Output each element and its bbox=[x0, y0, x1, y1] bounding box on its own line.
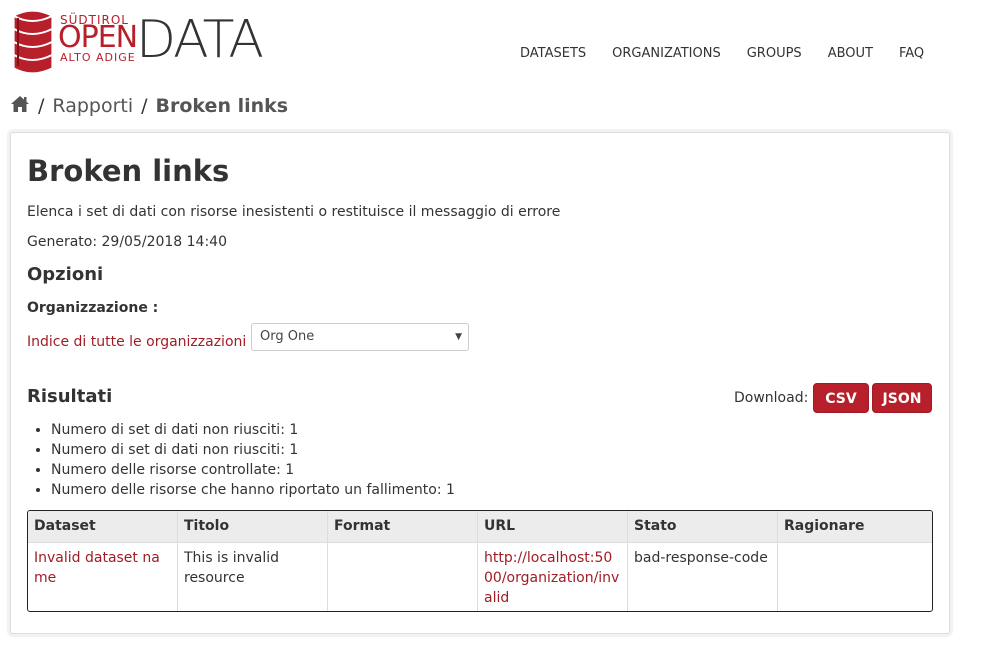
organization-label: Organizzazione : bbox=[27, 300, 159, 316]
nav-organizations[interactable]: ORGANIZATIONS bbox=[612, 46, 721, 61]
download-label: Download: bbox=[734, 390, 809, 406]
results-summary: Numero di set di dati non riusciti: 1 Nu… bbox=[27, 420, 455, 500]
column-header-title: Titolo bbox=[178, 511, 328, 542]
summary-item: Numero delle risorse controllate: 1 bbox=[51, 460, 455, 480]
breadcrumb-reports[interactable]: Rapporti bbox=[52, 95, 133, 117]
logo-alto-adige-text: ALTO ADIGE bbox=[60, 51, 136, 64]
summary-item: Numero delle risorse che hanno riportato… bbox=[51, 480, 455, 500]
broken-links-table: Dataset Titolo Format URL Stato Ragionar… bbox=[27, 510, 933, 612]
organization-select[interactable]: Org One ▼ bbox=[251, 323, 469, 351]
site-logo[interactable]: SÜDTIROL OPEN ALTO ADIGE DATA bbox=[12, 8, 264, 74]
cell-dataset: Invalid dataset name bbox=[28, 543, 178, 611]
nav-faq[interactable]: FAQ bbox=[899, 46, 924, 61]
report-description: Elenca i set di dati con risorse inesist… bbox=[27, 204, 561, 220]
summary-item: Numero di set di dati non riusciti: 1 bbox=[51, 420, 455, 440]
table-header-row: Dataset Titolo Format URL Stato Ragionar… bbox=[28, 511, 932, 543]
home-icon bbox=[11, 95, 29, 112]
breadcrumb-separator: / bbox=[141, 95, 148, 117]
page-title: Broken links bbox=[27, 154, 230, 188]
generated-timestamp: Generato: 29/05/2018 14:40 bbox=[27, 234, 227, 250]
breadcrumb-current: Broken links bbox=[155, 95, 289, 117]
cell-url: http://localhost:5000/organization/inval… bbox=[478, 543, 628, 611]
masthead: SÜDTIROL OPEN ALTO ADIGE DATA DATASETS O… bbox=[0, 0, 988, 84]
nav-groups[interactable]: GROUPS bbox=[747, 46, 802, 61]
main-nav: DATASETS ORGANIZATIONS GROUPS ABOUT FAQ bbox=[520, 46, 950, 61]
results-heading: Risultati bbox=[27, 386, 113, 407]
summary-item: Numero di set di dati non riusciti: 1 bbox=[51, 440, 455, 460]
column-header-format: Format bbox=[328, 511, 478, 542]
cell-format bbox=[328, 543, 478, 611]
options-heading: Opzioni bbox=[27, 264, 104, 285]
table-row: Invalid dataset name This is invalid res… bbox=[28, 543, 932, 611]
column-header-dataset: Dataset bbox=[28, 511, 178, 542]
database-logo-icon bbox=[13, 10, 53, 74]
breadcrumb: / Rapporti / Broken links bbox=[10, 93, 288, 119]
resource-url-link[interactable]: http://localhost:5000/organization/inval… bbox=[484, 550, 619, 606]
breadcrumb-home[interactable] bbox=[10, 94, 30, 119]
logo-open-text: OPEN bbox=[58, 20, 138, 55]
download-csv-button[interactable]: CSV bbox=[813, 383, 869, 413]
nav-datasets[interactable]: DATASETS bbox=[520, 46, 586, 61]
organization-index-link[interactable]: Indice di tutte le organizzazioni bbox=[27, 333, 246, 351]
dataset-link[interactable]: Invalid dataset name bbox=[34, 550, 160, 586]
logo-data-text: DATA bbox=[136, 10, 264, 70]
breadcrumb-separator: / bbox=[38, 95, 45, 117]
organization-select-value: Org One bbox=[260, 329, 315, 344]
report-panel: Broken links Elenca i set di dati con ri… bbox=[10, 132, 950, 634]
nav-about[interactable]: ABOUT bbox=[828, 46, 873, 61]
cell-title: This is invalid resource bbox=[178, 543, 328, 611]
cell-reason bbox=[778, 543, 932, 611]
download-json-button[interactable]: JSON bbox=[872, 383, 932, 413]
column-header-status: Stato bbox=[628, 511, 778, 542]
column-header-url: URL bbox=[478, 511, 628, 542]
cell-status: bad-response-code bbox=[628, 543, 778, 611]
column-header-reason: Ragionare bbox=[784, 518, 865, 534]
caret-down-icon: ▼ bbox=[455, 332, 462, 342]
